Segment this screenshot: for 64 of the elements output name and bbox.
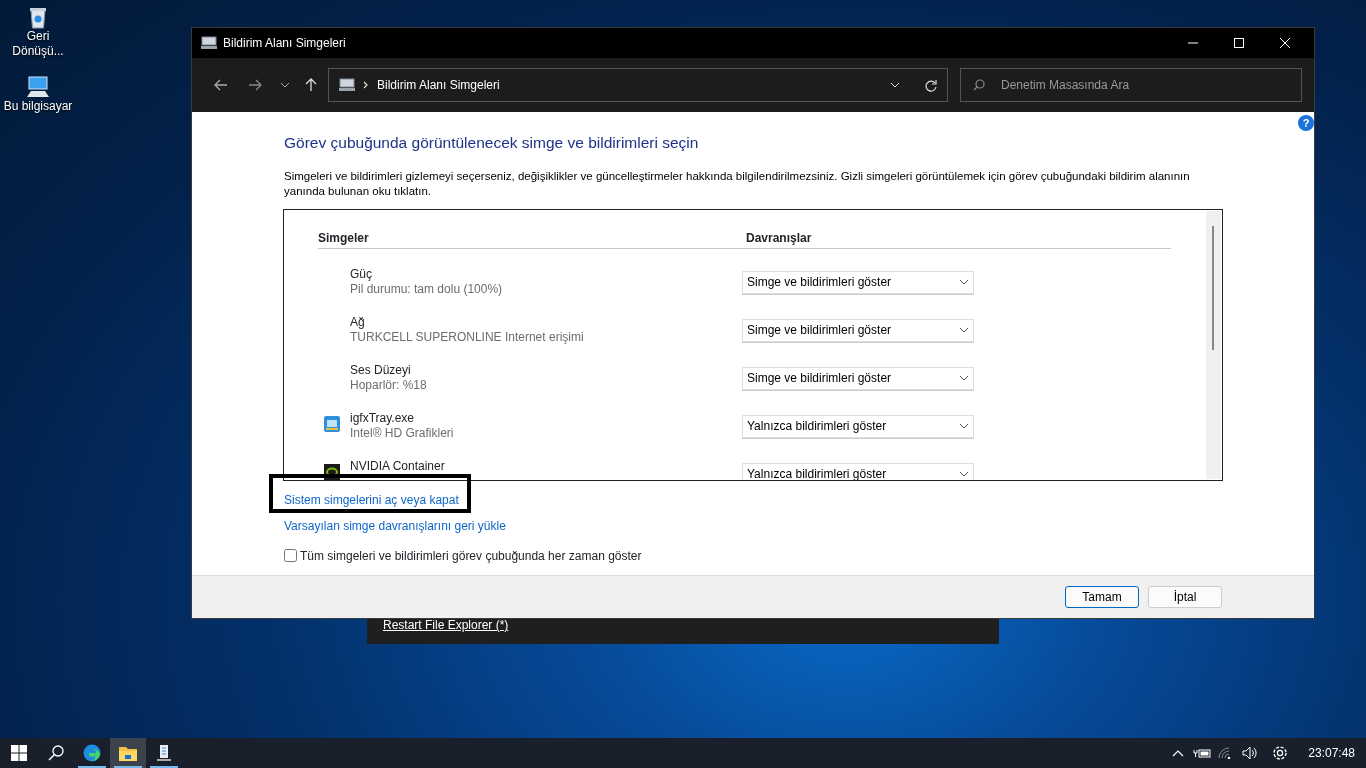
page-heading: Görev çubuğunda görüntülenecek simge ve bildirimleri seçin (284, 134, 700, 153)
help-button[interactable]: ? (1298, 115, 1314, 131)
checkbox[interactable] (284, 549, 297, 563)
clock[interactable]: 23:07:48 (1298, 744, 1366, 762)
address-bar[interactable]: Bildirim Alanı Simgeleri (328, 68, 948, 102)
icon-status: TURKCELL SUPERONLINE Internet erişimi (350, 329, 585, 345)
icon-status: Hoparlör: %18 (350, 377, 428, 393)
battery-icon[interactable] (1193, 748, 1212, 758)
control-panel-icon (339, 78, 355, 92)
behavior-dropdown[interactable]: Simge ve bildirimleri göster (742, 318, 974, 342)
column-header: Simgeler (318, 229, 370, 247)
icon-status: Intel® HD Grafikleri (350, 425, 455, 441)
behavior-dropdown[interactable]: Simge ve bildirimleri göster (742, 270, 974, 294)
computer-icon[interactable] (25, 75, 51, 99)
chevron-down-icon[interactable] (280, 82, 290, 88)
control-panel-icon (201, 36, 217, 50)
icon-name: Ses Düzeyi (350, 362, 412, 378)
window-title: Bildirim Alanı Simgeleri (223, 35, 347, 52)
desktop-icon-label[interactable]: Bu bilgisayar (3, 99, 73, 114)
search-icon (973, 79, 985, 91)
dropdown-chevron-icon (959, 375, 969, 382)
scrollbar[interactable] (1206, 210, 1221, 479)
search-icon[interactable] (48, 745, 64, 761)
dialog-button[interactable]: Tamam (1065, 586, 1139, 608)
dropdown-chevron-icon[interactable] (890, 82, 900, 88)
icon-status: Pil durumu: tam dolu (100%) (350, 281, 504, 297)
chevron-up-icon[interactable] (1172, 749, 1185, 757)
address-text[interactable]: Bildirim Alanı Simgeleri (377, 76, 882, 94)
dropdown-chevron-icon (959, 423, 969, 430)
icon-name: Ağ (350, 314, 366, 330)
volume-icon[interactable] (1242, 746, 1259, 760)
link[interactable]: Varsayılan simge davranışlarını geri yükle (284, 518, 506, 534)
refresh-icon[interactable] (924, 79, 937, 93)
icon-name: Güç (350, 266, 373, 282)
description-text: Simgeleri ve bildirimleri gizlemeyi seçerseniz, değişiklikler ve güncelleştirmeler hakkında bilgilendirilmezsiniz. Gizli simgeleri görüntülemek için görev çubuğundaki bildirim alanının yanında bulunan oku tıklatın. (284, 168, 1191, 199)
dropdown-chevron-icon (959, 327, 969, 334)
checkbox-label[interactable]: Tüm simgeleri ve bildirimleri görev çubuğunda her zaman göster (300, 546, 642, 565)
search-field[interactable]: Denetim Masasında Ara (960, 68, 1302, 102)
restart-link[interactable]: Restart File Explorer (*) (383, 616, 509, 634)
taskbar-app[interactable] (110, 738, 146, 768)
icon-name: NVIDIA Container (350, 458, 446, 474)
forward-arrow-icon[interactable] (248, 79, 262, 91)
breadcrumb-chevron-icon (363, 81, 369, 89)
behavior-dropdown[interactable]: Yalnızca bildirimleri göster (742, 414, 974, 438)
folder-icon (119, 745, 137, 761)
dropdown-chevron-icon (959, 279, 969, 286)
browser-icon (83, 744, 101, 762)
behavior-dropdown[interactable]: Simge ve bildirimleri göster (742, 366, 974, 390)
dropdown-chevron-icon (959, 471, 969, 478)
dialog-button[interactable]: İptal (1148, 586, 1222, 608)
document-list-icon (157, 745, 171, 761)
start-icon[interactable] (11, 745, 27, 761)
back-arrow-icon[interactable] (214, 79, 228, 91)
column-header: Davranışlar (746, 229, 812, 247)
settings-icon[interactable] (1271, 744, 1290, 762)
display-app-icon (324, 416, 340, 433)
close-icon[interactable] (1280, 38, 1290, 48)
scrollbar-thumb[interactable] (1212, 225, 1214, 350)
link[interactable]: Sistem simgelerini aç veya kapat (284, 492, 459, 508)
up-arrow-icon[interactable] (305, 78, 317, 92)
recycle-bin-icon[interactable] (28, 5, 48, 29)
icon-name: igfxTray.exe (350, 410, 416, 426)
desktop-icon-label[interactable]: Geri Dönüşü... (0, 29, 76, 59)
maximize-icon[interactable] (1234, 38, 1244, 48)
